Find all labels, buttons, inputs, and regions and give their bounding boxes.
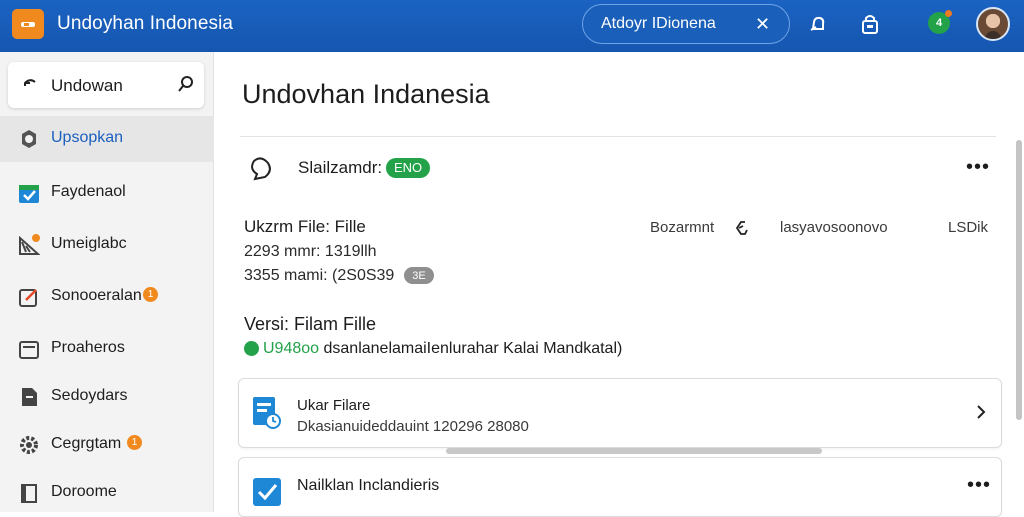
divider (240, 136, 996, 137)
top-bar: Undoyhan Indonesia Atdoyr IDionena ✕ 4 (0, 0, 1024, 52)
main-content: Undovhan Indanesia Slailzamdr: ENO ••• U… (214, 52, 1024, 517)
folder-square-icon (19, 341, 39, 359)
sidebar-item-doroome[interactable]: Doroome (0, 470, 214, 516)
gear-icon (20, 436, 38, 454)
file-meta-line-2: 3355 mami: (2S0S39 (244, 267, 395, 284)
document-icon (22, 388, 37, 406)
app-title: Undoyhan Indonesia (57, 13, 234, 34)
version-prefix: U948oo (263, 340, 320, 357)
status-badge: ENO (386, 158, 431, 178)
bell-icon[interactable] (806, 12, 830, 36)
file-name: Ukzrm File: Fille (244, 217, 366, 236)
section-name: Slailzamdr: (298, 158, 383, 177)
sidebar-badge: 1 (127, 435, 142, 450)
sidebar-search-value[interactable]: Undowan (51, 76, 123, 96)
card-title: Nailklan Inclandieris (297, 477, 440, 494)
sidebar-item-label: Upsopkan (51, 129, 124, 146)
sidebar: Undowan Upsopkan Faydenaol Umeiglabc Son… (0, 52, 214, 512)
sidebar-item-label: Proaheros (51, 339, 125, 356)
check-circle-icon (244, 341, 259, 356)
sidebar-item-label: Sedoydars (51, 387, 128, 404)
column-header-2[interactable]: lasyavosoonovo (780, 219, 888, 236)
sidebar-item-sedoydars[interactable]: Sedoydars (0, 374, 214, 420)
sidebar-item-cegrgtam[interactable]: Cegrgtam 1 (0, 422, 214, 468)
sidebar-item-proaheros[interactable]: Proaheros (0, 326, 214, 372)
sort-icon[interactable] (731, 218, 751, 238)
more-options-button[interactable]: ••• (967, 474, 991, 497)
more-options-button[interactable]: ••• (966, 156, 990, 179)
notification-badge[interactable]: 4 (928, 10, 952, 34)
file-clock-icon (253, 397, 281, 429)
version-title: Versi: Filam Fille (244, 314, 377, 334)
checkbox-checked-icon[interactable] (251, 474, 283, 510)
lock-icon[interactable] (858, 12, 882, 36)
chevron-right-icon[interactable] (975, 403, 987, 421)
sidebar-item-label: Sonooeralan (51, 287, 142, 304)
sidebar-item-faydenaol[interactable]: Faydenaol (0, 170, 214, 216)
back-arrow-icon[interactable] (20, 74, 40, 94)
file-meta-line-1: 2293 mmr: 1319llh (244, 243, 377, 260)
settings-square-icon (22, 130, 36, 148)
sidebar-search-field[interactable]: Undowan (8, 62, 204, 108)
clear-search-icon[interactable]: ✕ (755, 14, 770, 35)
sidebar-badge: 1 (143, 287, 158, 302)
sidebar-item-label: Doroome (51, 483, 117, 500)
sidebar-item-label: Faydenaol (51, 183, 126, 200)
version-text: dsanlanelamaiIenlurahar Kalai Mandkatal) (319, 340, 623, 357)
meta-badge: 3E (404, 267, 434, 284)
sidebar-item-label: Umeiglabc (51, 235, 127, 252)
edit-square-icon (19, 289, 37, 307)
card-title: Ukar Filare (297, 397, 371, 414)
sidebar-item-upsopkan[interactable]: Upsopkan (0, 116, 214, 162)
search-icon[interactable] (176, 74, 196, 94)
column-header-3[interactable]: LSDik (948, 219, 988, 236)
sidebar-item-sonooeralan[interactable]: Sonooeralan 1 (0, 274, 214, 320)
calendar-check-icon (19, 185, 39, 203)
chat-bubble-icon (251, 157, 271, 181)
avatar[interactable] (976, 7, 1010, 41)
version-status: U948oo dsanlanelamaiIenlurahar Kalai Man… (263, 340, 622, 358)
header-search-value[interactable]: Atdoyr IDionena (601, 15, 716, 33)
card-subtitle: Dkasianuideddauint 120296 28080 (297, 418, 529, 435)
page-title: Undovhan Indanesia (242, 79, 490, 109)
striped-tag-icon (19, 234, 40, 255)
page-icon (21, 484, 37, 503)
column-header-1[interactable]: Bozarmnt (650, 219, 714, 236)
sidebar-item-label: Cegrgtam (51, 435, 122, 452)
horizontal-scrollbar[interactable] (446, 448, 822, 454)
task-card[interactable]: Nailklan Inclandieris ••• (238, 457, 1002, 517)
app-logo-icon[interactable] (12, 9, 44, 39)
vertical-scrollbar[interactable] (1016, 140, 1022, 420)
sidebar-item-umeiglabc[interactable]: Umeiglabc (0, 222, 214, 268)
file-card[interactable]: Ukar Filare Dkasianuideddauint 120296 28… (238, 378, 1002, 448)
header-search[interactable]: Atdoyr IDionena ✕ (582, 4, 790, 44)
